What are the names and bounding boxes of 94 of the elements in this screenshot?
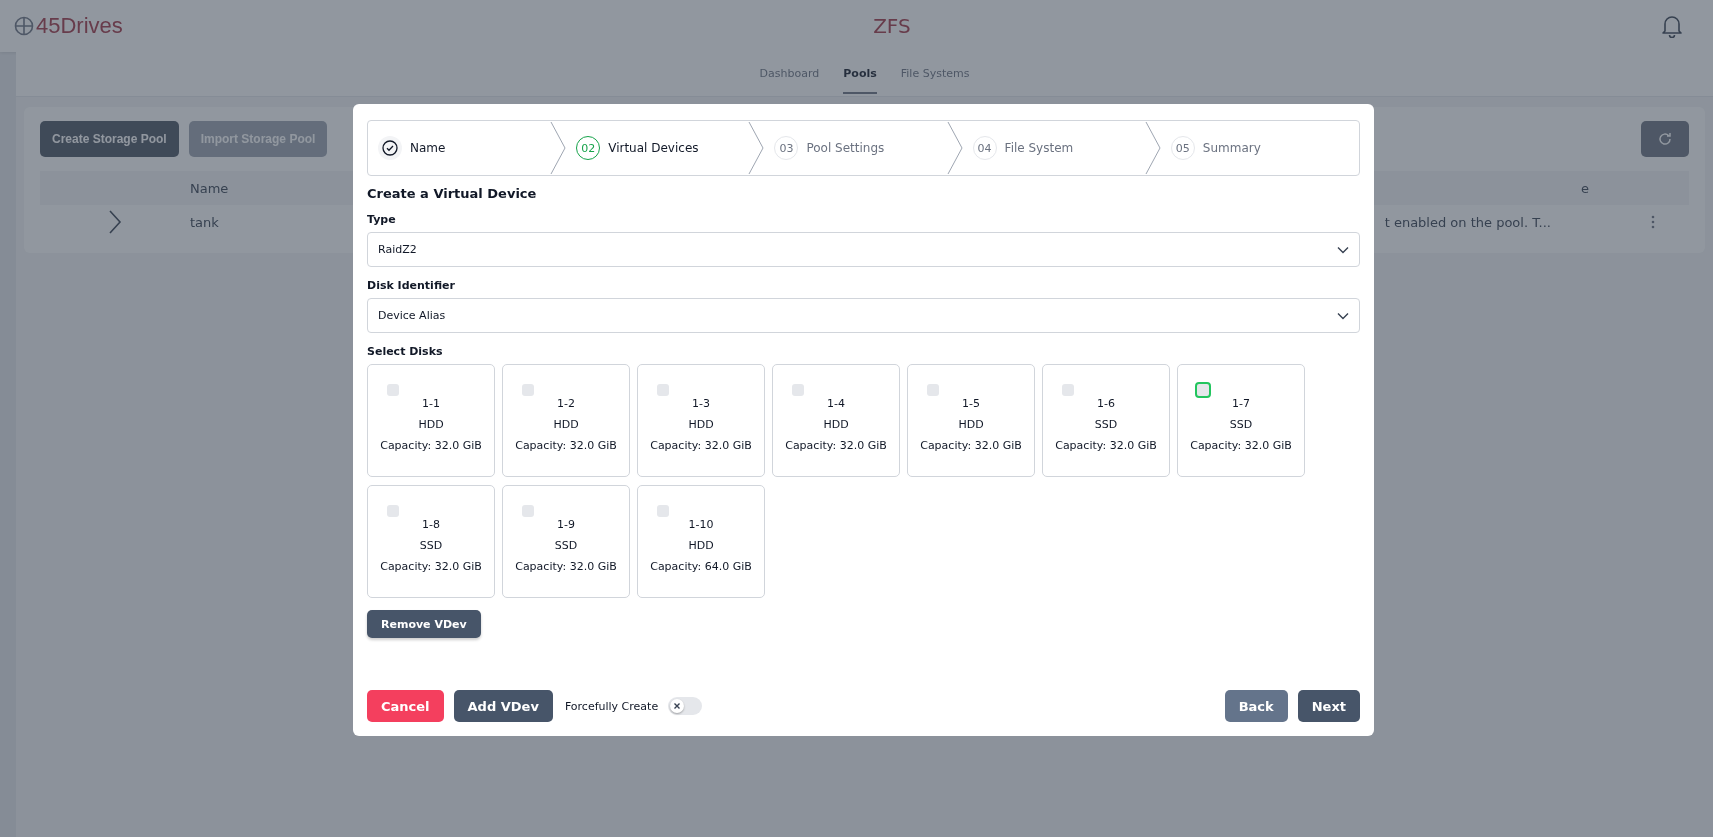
- disk-card[interactable]: 1-4 HDD Capacity: 32.0 GiB: [772, 364, 900, 477]
- disk-card[interactable]: 1-7 SSD Capacity: 32.0 GiB: [1177, 364, 1305, 477]
- disk-type: HDD: [553, 418, 579, 431]
- disk-card[interactable]: 1-5 HDD Capacity: 32.0 GiB: [907, 364, 1035, 477]
- field-label: Type: [367, 213, 397, 226]
- checkbox[interactable]: [1062, 384, 1074, 396]
- chevron-separator-icon: [550, 122, 567, 174]
- disk-name: 1-7: [1232, 397, 1250, 410]
- disk-type: SSD: [1229, 418, 1253, 431]
- disk-capacity: Capacity: 64.0 GiB: [650, 560, 752, 573]
- disk-type: HDD: [688, 539, 714, 552]
- disk-name: 1-3: [692, 397, 710, 410]
- column-header: Name: [190, 180, 230, 196]
- cancel-button[interactable]: Cancel: [367, 690, 444, 722]
- wizard-step[interactable]: 05 Summary: [1160, 121, 1359, 175]
- disk-type: HDD: [418, 418, 444, 431]
- check-icon: [378, 136, 402, 160]
- disk-capacity: Capacity: 32.0 GiB: [650, 439, 752, 452]
- chevron-icon[interactable]: [108, 209, 122, 235]
- step-label: File System: [1004, 141, 1074, 155]
- checkbox[interactable]: [927, 384, 939, 396]
- disk-type: HDD: [958, 418, 984, 431]
- disk-card[interactable]: 1-8 SSD Capacity: 32.0 GiB: [367, 485, 495, 598]
- type-select[interactable]: RaidZ2: [367, 232, 1360, 267]
- field-label: Disk Identifier: [367, 279, 456, 292]
- checkbox[interactable]: [387, 384, 399, 396]
- refresh-button[interactable]: [1641, 121, 1689, 157]
- disk-name: 1-9: [557, 518, 575, 531]
- disk-type: HDD: [688, 418, 714, 431]
- disk-card[interactable]: 1-9 SSD Capacity: 32.0 GiB: [502, 485, 630, 598]
- back-button[interactable]: Back: [1224, 690, 1288, 722]
- x-icon: [673, 702, 682, 710]
- checkbox[interactable]: [792, 384, 804, 396]
- logo-icon: [14, 16, 34, 36]
- checkbox[interactable]: [387, 505, 399, 517]
- brand-logo: 45Drives: [36, 13, 123, 39]
- chevron-separator-icon: [748, 122, 765, 174]
- disk-name: 1-4: [827, 397, 845, 410]
- chevron-down-icon: [1337, 245, 1349, 254]
- disk-capacity: Capacity: 32.0 GiB: [380, 560, 482, 573]
- chevron-separator-icon: [1144, 122, 1161, 174]
- app-title: ZFS: [873, 14, 911, 38]
- chevron-separator-icon: [946, 122, 963, 174]
- disk-capacity: Capacity: 32.0 GiB: [1190, 439, 1292, 452]
- disk-name: 1-6: [1097, 397, 1115, 410]
- disk-capacity: Capacity: 32.0 GiB: [785, 439, 887, 452]
- disk-type: SSD: [1094, 418, 1118, 431]
- disk-type: SSD: [554, 539, 578, 552]
- disk-card[interactable]: 1-10 HDD Capacity: 64.0 GiB: [637, 485, 765, 598]
- notifications-icon[interactable]: [1661, 14, 1683, 38]
- checkbox[interactable]: [1195, 382, 1211, 398]
- disk-capacity: Capacity: 32.0 GiB: [515, 439, 617, 452]
- field-label: Select Disks: [367, 345, 444, 358]
- wizard-step[interactable]: 04 File System: [962, 121, 1161, 175]
- disk-name: 1-2: [557, 397, 575, 410]
- step-label: Virtual Devices: [608, 141, 699, 155]
- disk-name: 1-8: [422, 518, 440, 531]
- checkbox[interactable]: [522, 505, 534, 517]
- toggle-switch[interactable]: [668, 697, 703, 715]
- wizard-step[interactable]: 03 Pool Settings: [764, 121, 963, 175]
- disk-card[interactable]: 1-2 HDD Capacity: 32.0 GiB: [502, 364, 630, 477]
- checkbox[interactable]: [522, 384, 534, 396]
- step-label: Name: [410, 141, 446, 155]
- next-button[interactable]: Next: [1297, 690, 1360, 722]
- more-icon[interactable]: [1651, 215, 1655, 229]
- disk-capacity: Capacity: 32.0 GiB: [380, 439, 482, 452]
- disk-identifier-select[interactable]: Device Alias: [367, 298, 1360, 333]
- refresh-icon: [1657, 131, 1673, 147]
- add-vdev-button[interactable]: Add VDev: [453, 690, 553, 722]
- disk-name: 1-5: [962, 397, 980, 410]
- step-label: Summary: [1202, 141, 1261, 155]
- remove-vdev-button[interactable]: Remove VDev: [367, 610, 481, 638]
- disk-card[interactable]: 1-1 HDD Capacity: 32.0 GiB: [367, 364, 495, 477]
- checkbox[interactable]: [657, 384, 669, 396]
- disk-capacity: Capacity: 32.0 GiB: [1055, 439, 1157, 452]
- disk-card[interactable]: 1-6 SSD Capacity: 32.0 GiB: [1042, 364, 1170, 477]
- disk-name: 1-1: [422, 397, 440, 410]
- chevron-down-icon: [1337, 311, 1349, 320]
- step-label: Pool Settings: [806, 141, 885, 155]
- disk-card[interactable]: 1-3 HDD Capacity: 32.0 GiB: [637, 364, 765, 477]
- checkbox[interactable]: [657, 505, 669, 517]
- table-cell-text: tank: [190, 214, 220, 230]
- disk-capacity: Capacity: 32.0 GiB: [920, 439, 1022, 452]
- table-cell: t enabled on the pool. T...: [1384, 214, 1551, 230]
- dialog-heading: Create a Virtual Device: [367, 186, 538, 201]
- column-header: e: [1581, 180, 1589, 196]
- wizard-step[interactable]: Name: [368, 121, 567, 175]
- disk-type: HDD: [823, 418, 849, 431]
- wizard-step[interactable]: 02 Virtual Devices: [566, 121, 765, 175]
- disk-type: SSD: [419, 539, 443, 552]
- toggle-label: Forcefully Create: [564, 699, 659, 713]
- nav-tab[interactable]: Pools: [843, 54, 877, 94]
- disk-name: 1-10: [688, 518, 714, 531]
- disk-capacity: Capacity: 32.0 GiB: [515, 560, 617, 573]
